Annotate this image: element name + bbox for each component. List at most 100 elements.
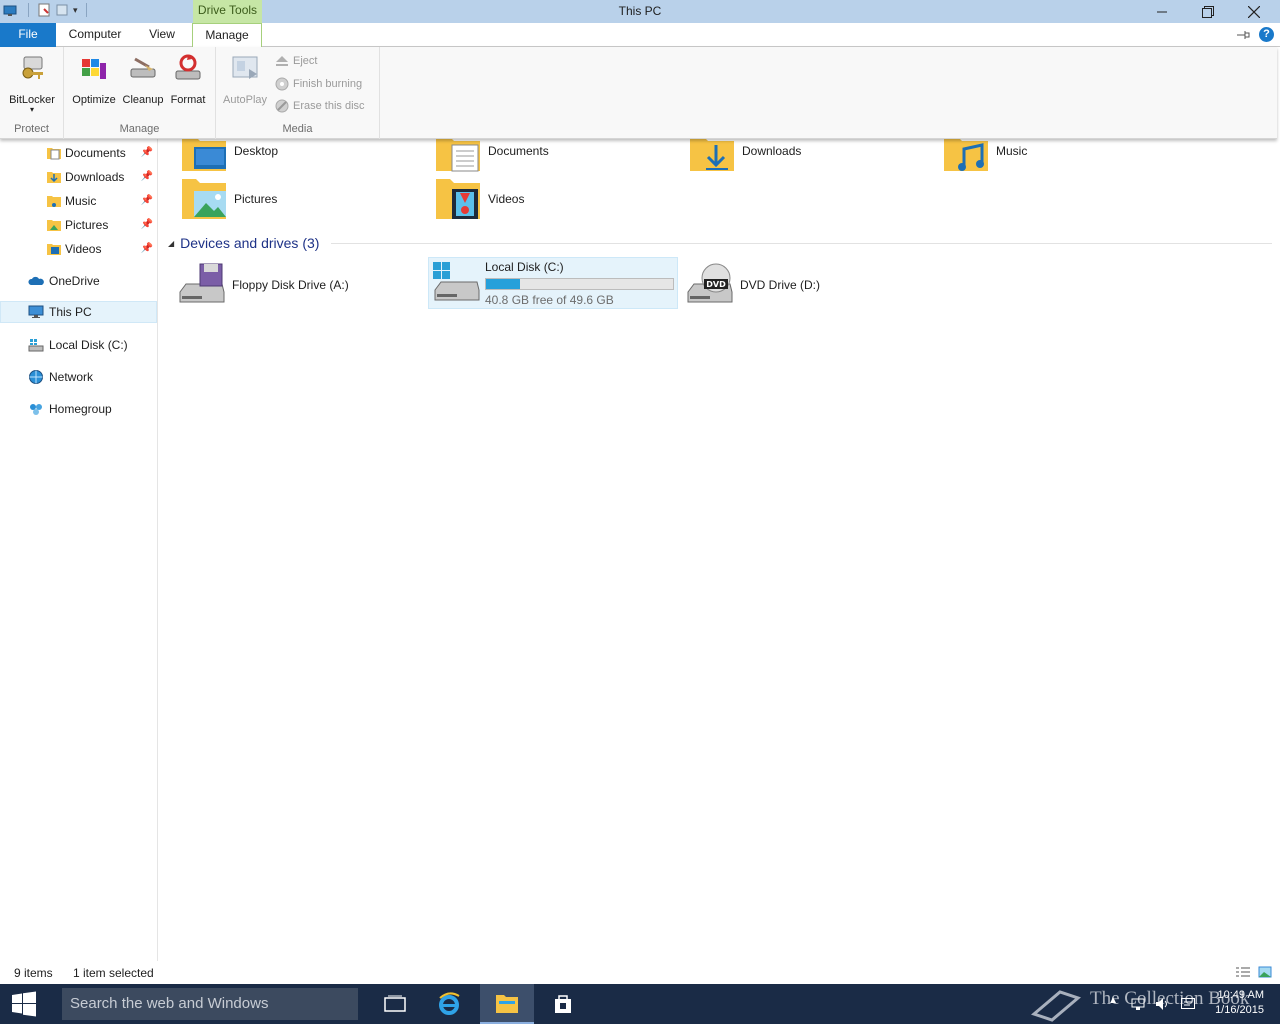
cleanup-label: Cleanup [122, 94, 164, 106]
pin-icon[interactable]: 📌 [141, 243, 153, 254]
folder-label: Downloads [742, 144, 802, 158]
tab-file[interactable]: File [0, 23, 56, 47]
format-icon [175, 54, 201, 80]
nav-item-music[interactable]: Music 📌 [0, 190, 157, 212]
documents-folder-icon [47, 148, 61, 160]
svg-text:DVD: DVD [706, 280, 726, 289]
drive-label: Local Disk (C:) [485, 259, 564, 274]
nav-item-this-pc[interactable]: This PC [0, 301, 157, 323]
tab-view[interactable]: View [140, 23, 184, 47]
cleanup-button[interactable]: Cleanup [120, 53, 166, 106]
devices-section-header[interactable]: ◢ Devices and drives (3) [168, 233, 1272, 253]
homegroup-icon [30, 404, 42, 415]
videos-folder-icon [436, 179, 480, 219]
nav-item-pictures[interactable]: Pictures 📌 [0, 214, 157, 236]
nav-item-label: Videos [65, 242, 102, 256]
title-bar: ▾ Drive Tools This PC [0, 0, 1280, 23]
capacity-bar-fill [486, 278, 520, 289]
folder-label: Videos [488, 192, 525, 206]
format-button[interactable]: Format [166, 53, 210, 106]
capacity-bar [485, 277, 674, 290]
show-hidden-icons-icon[interactable]: ▲ [1108, 995, 1118, 1006]
file-explorer-icon [496, 995, 518, 1013]
drive-tile-dvd[interactable]: DVD DVD Drive (D:) [684, 259, 934, 311]
restore-button[interactable] [1185, 0, 1231, 23]
finish-burning-icon [275, 77, 289, 91]
music-folder-icon [47, 196, 61, 207]
media-group-label: Media [282, 123, 313, 135]
manage-group-label: Manage [119, 123, 160, 135]
nav-item-label: Homegroup [49, 402, 112, 416]
folder-tile-videos[interactable]: Videos [434, 175, 524, 223]
ribbon-group-protect: BitLocker ▾ Protect [0, 47, 64, 139]
drive-tile-local-disk[interactable]: Local Disk (C:) 40.8 GB free of 49.6 GB [428, 257, 678, 309]
nav-item-documents[interactable]: Documents 📌 [0, 142, 157, 164]
nav-item-homegroup[interactable]: Homegroup [0, 398, 157, 420]
store-icon [555, 995, 571, 1013]
autoplay-icon [232, 56, 258, 79]
window-title: This PC [618, 4, 662, 18]
nav-item-network[interactable]: Network [0, 366, 157, 388]
onedrive-icon [28, 276, 44, 285]
network-status-icon[interactable] [1130, 996, 1146, 1012]
nav-item-label: This PC [49, 305, 92, 319]
finish-burning-button[interactable]: Finish burning [275, 77, 362, 91]
optimize-label: Optimize [72, 94, 116, 106]
collapse-triangle-icon[interactable]: ◢ [168, 239, 174, 248]
this-pc-icon [28, 305, 44, 318]
erase-disc-label: Erase this disc [293, 100, 365, 112]
pin-icon[interactable]: 📌 [141, 147, 153, 158]
pin-icon[interactable]: 📌 [141, 195, 153, 206]
clock[interactable]: 10:49 AM 1/16/2015 [1215, 988, 1264, 1018]
tab-manage[interactable]: Manage [192, 23, 262, 48]
windows-logo-icon [12, 991, 36, 1017]
nav-item-label: OneDrive [49, 274, 100, 288]
pin-ribbon-icon[interactable] [1235, 29, 1251, 41]
navigation-pane: Documents 📌 Downloads 📌 Music 📌 Pictures… [0, 139, 158, 961]
bitlocker-dropdown-icon: ▾ [29, 105, 34, 114]
nav-item-onedrive[interactable]: OneDrive [0, 270, 157, 292]
pin-icon[interactable]: 📌 [141, 219, 153, 230]
dvd-drive-icon: DVD [687, 263, 733, 303]
status-bar: 9 items 1 item selected [0, 961, 1280, 984]
nav-item-videos[interactable]: Videos 📌 [0, 238, 157, 260]
task-view-button[interactable] [368, 984, 422, 1024]
folder-label: Desktop [234, 144, 279, 158]
nav-item-downloads[interactable]: Downloads 📌 [0, 166, 157, 188]
minimize-button[interactable] [1139, 0, 1185, 23]
search-input[interactable]: Search the web and Windows [62, 988, 358, 1020]
floppy-drive-icon [179, 263, 225, 303]
drive-tile-floppy[interactable]: Floppy Disk Drive (A:) [176, 259, 426, 311]
help-icon[interactable]: ? [1259, 27, 1274, 42]
optimize-button[interactable]: Optimize [70, 53, 118, 106]
internet-explorer-icon [439, 992, 460, 1015]
close-button[interactable] [1231, 0, 1277, 23]
action-center-icon[interactable] [1180, 996, 1196, 1012]
nav-item-label: Local Disk (C:) [49, 338, 128, 352]
tab-computer[interactable]: Computer [62, 23, 128, 47]
nav-item-local-disk[interactable]: Local Disk (C:) [0, 334, 157, 356]
eject-button[interactable]: Eject [275, 55, 317, 67]
taskbar: Search the web and Windows The Collectio… [0, 984, 1280, 1024]
start-button[interactable] [0, 984, 48, 1024]
local-disk-info: Local Disk (C:) 40.8 GB free of 49.6 GB [485, 260, 674, 307]
drive-label: Floppy Disk Drive (A:) [232, 278, 349, 292]
taskbar-internet-explorer[interactable] [422, 984, 476, 1024]
pin-icon[interactable]: 📌 [141, 171, 153, 182]
drive-free-space: 40.8 GB free of 49.6 GB [485, 292, 614, 307]
pictures-folder-icon [47, 220, 61, 231]
details-view-icon[interactable] [1235, 966, 1251, 978]
item-count: 9 items [14, 966, 53, 980]
volume-icon[interactable] [1154, 996, 1170, 1012]
drive-label: DVD Drive (D:) [740, 278, 820, 292]
erase-disc-button[interactable]: Erase this disc [275, 99, 365, 113]
content-pane: Desktop Documents Downloads Music Pictur… [160, 137, 1280, 961]
ribbon-right-controls: ? [1235, 27, 1274, 42]
autoplay-button[interactable]: AutoPlay [220, 53, 270, 106]
large-icons-view-icon[interactable] [1258, 966, 1272, 978]
folder-tile-pictures[interactable]: Pictures [180, 175, 277, 223]
taskbar-file-explorer[interactable] [480, 984, 534, 1024]
taskbar-store[interactable] [536, 984, 590, 1024]
bitlocker-button[interactable]: BitLocker ▾ [6, 53, 58, 114]
nav-item-label: Pictures [65, 218, 109, 232]
